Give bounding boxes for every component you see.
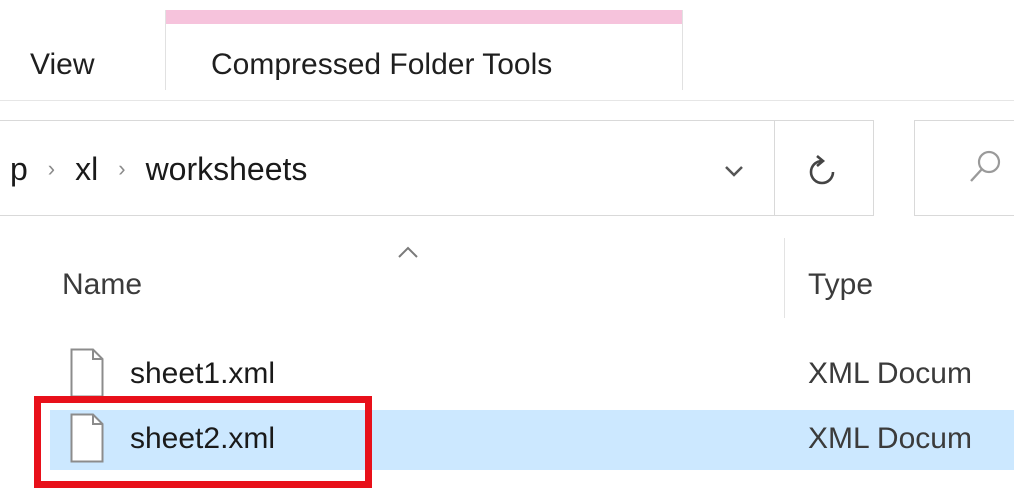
file-name: sheet1.xml [130,357,276,390]
chevron-down-icon [725,166,743,177]
column-header-type[interactable]: Type [808,268,873,302]
address-history-dropdown[interactable] [708,149,760,193]
refresh-button[interactable] [796,145,848,197]
tab-view[interactable]: View [30,48,94,82]
breadcrumb-item-worksheets[interactable]: worksheets [146,151,308,188]
search-box[interactable] [914,120,1014,216]
file-row-sheet2[interactable]: sheet2.xml XML Docum [50,410,1014,470]
address-bar[interactable]: p › xl › worksheets [0,120,874,216]
refresh-icon [809,155,835,185]
contextual-tab-band [166,10,682,24]
chevron-right-icon[interactable]: › [118,156,125,182]
breadcrumb-item-xl[interactable]: xl [75,151,98,188]
ribbon-tab-bar: View Compressed Folder Tools [0,0,1014,100]
file-icon [70,348,104,398]
address-bar-divider [774,121,775,215]
column-divider[interactable] [784,238,785,318]
ribbon-divider [0,100,1014,101]
column-header-name[interactable]: Name [62,268,142,302]
tab-compressed-folder-tools-label: Compressed Folder Tools [211,48,553,81]
file-icon [70,413,104,463]
chevron-right-icon[interactable]: › [48,156,55,182]
file-name: sheet2.xml [130,422,276,455]
breadcrumb-item-p[interactable]: p [10,151,28,188]
breadcrumb: p › xl › worksheets [10,151,307,188]
file-row-sheet1[interactable]: sheet1.xml XML Docum [50,345,1014,405]
file-type: XML Docum [808,422,972,455]
sort-ascending-icon [398,246,418,258]
column-header-row: Name Type [0,238,1014,318]
tab-compressed-folder-tools[interactable]: Compressed Folder Tools [165,10,683,90]
file-type: XML Docum [808,357,972,390]
search-icon[interactable] [965,147,1005,187]
